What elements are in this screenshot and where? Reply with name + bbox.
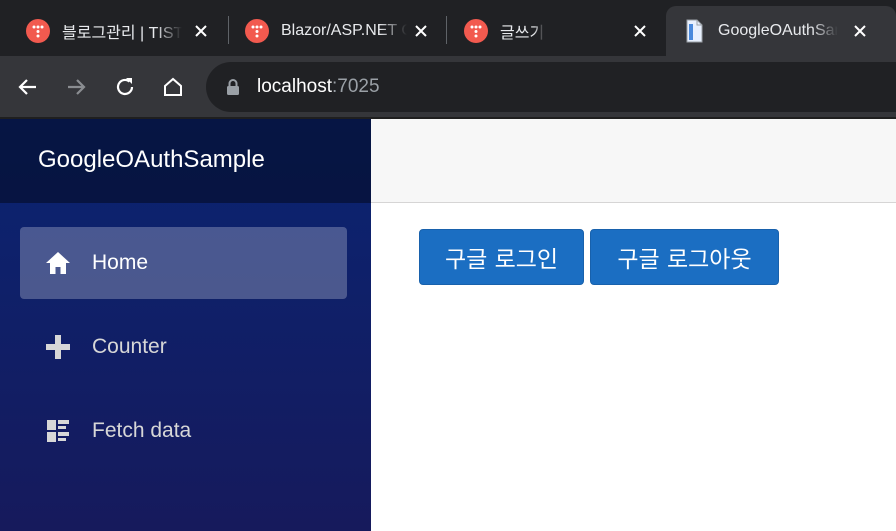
close-icon[interactable] [191,21,211,41]
navbar-brand[interactable]: GoogleOAuthSample [38,146,265,174]
nav-item-home[interactable]: Home [20,227,347,299]
reload-icon [116,78,134,96]
browser-tab-3[interactable]: 글쓰기 [438,6,666,56]
close-icon[interactable] [411,21,431,41]
navbar-brand-area: GoogleOAuthSample [0,119,371,203]
forward-button[interactable] [62,73,90,101]
nav-item-counter[interactable]: Counter [20,311,347,383]
nav-item-label: Home [92,251,149,274]
page-icon [682,19,706,43]
browser-tab-2[interactable]: Blazor/ASP.NET Core [219,6,447,56]
home-icon [42,247,74,279]
reload-button[interactable] [111,73,139,101]
browser-tab-strip: 블로그관리 | TISTORY Blazor/ASP.NET Core 글쓰기 … [0,0,896,56]
top-row [371,119,896,203]
nav-item-label: Counter [92,335,167,358]
browser-tab-title: 블로그관리 | TISTORY [62,25,182,42]
arrow-right-icon [68,79,86,95]
page-viewport: GoogleOAuthSample Home Counter Fetch dat… [0,119,896,531]
tistory-icon [245,19,269,43]
url-host: localhost [257,76,332,97]
close-icon[interactable] [850,21,870,41]
sidebar: GoogleOAuthSample Home Counter Fetch dat… [0,119,371,531]
home-button[interactable] [159,73,187,101]
tistory-icon [26,19,50,43]
close-icon[interactable] [630,21,650,41]
browser-tab-1[interactable]: 블로그관리 | TISTORY [0,6,227,56]
google-login-button[interactable]: 구글 로그인 [419,229,584,285]
main-content: 구글 로그인 구글 로그아웃 [371,203,896,531]
browser-tab-title: 글쓰기 [500,25,545,42]
home-outline-icon [164,77,182,96]
address-url: localhost:7025 [257,76,380,98]
arrow-left-icon [18,79,36,95]
url-port: :7025 [332,76,380,97]
list-icon [42,415,74,447]
nav-item-label: Fetch data [92,419,192,442]
plus-icon [42,331,74,363]
browser-tab-title: GoogleOAuthSample [718,22,838,39]
lock-icon [227,79,239,95]
back-button[interactable] [14,73,42,101]
browser-tab-title: Blazor/ASP.NET Core [281,22,407,39]
google-logout-button[interactable]: 구글 로그아웃 [590,229,779,285]
address-bar[interactable]: localhost:7025 [206,62,896,112]
browser-tab-4-active[interactable]: GoogleOAuthSample [666,6,896,56]
nav-item-fetch-data[interactable]: Fetch data [20,395,347,467]
browser-toolbar: localhost:7025 [0,56,896,118]
tistory-icon [464,19,488,43]
